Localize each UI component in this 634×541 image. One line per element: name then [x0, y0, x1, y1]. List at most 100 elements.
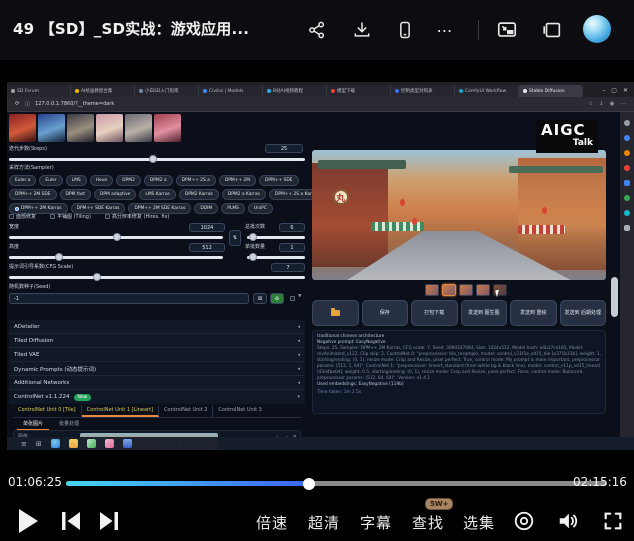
sidebar-copilot-icon[interactable] [624, 135, 630, 141]
taskbar-edge-icon[interactable] [51, 439, 60, 448]
history-thumbnail[interactable] [9, 114, 36, 142]
page-scrollbar-thumb[interactable] [611, 277, 618, 317]
video-frame[interactable]: SD Forum AI绘画教程合集 小白SD入门指南 Civitai | Mod… [7, 82, 634, 450]
sampler-option[interactable]: DPM++ SDE Karras [71, 203, 126, 214]
result-thumbnail[interactable] [459, 284, 473, 296]
accordion-adetailer[interactable]: ADetailer◂ [9, 320, 305, 334]
download-icon[interactable] [350, 18, 374, 42]
hires-fix-checkbox[interactable]: 高分辨率修复 (Hires. fix) [105, 214, 170, 221]
sampler-option[interactable]: Euler [39, 175, 62, 186]
steps-slider[interactable] [9, 158, 305, 161]
sampler-option[interactable]: DPM fast [60, 189, 91, 200]
extra-seed-checkbox[interactable] [290, 296, 295, 301]
sidebar-tools-icon[interactable] [624, 180, 630, 186]
sidebar-outlook-icon[interactable] [624, 195, 630, 201]
history-thumbnail[interactable] [154, 114, 181, 142]
open-folder-button[interactable] [312, 300, 359, 326]
width-slider[interactable] [9, 236, 223, 239]
sampler-option-selected[interactable]: DPM++ 2M Karras [9, 203, 68, 214]
swap-dimensions-button[interactable]: ⇅ [229, 230, 241, 246]
result-thumbnail-selected[interactable] [442, 284, 456, 296]
result-thumbnail[interactable] [476, 284, 490, 296]
seed-input[interactable]: -1 [9, 293, 249, 304]
width-value[interactable]: 1024 [189, 223, 225, 232]
batch-size-value[interactable]: 1 [279, 243, 305, 252]
save-button[interactable]: 保存 [362, 300, 409, 326]
progress-thumb[interactable] [303, 478, 315, 490]
controlnet-unit-1-tab[interactable]: ControlNet Unit 1 [Lineart] [82, 405, 159, 417]
favorite-star-icon[interactable]: ☆ [588, 101, 593, 107]
browser-tab[interactable]: 控制类型对照表 [391, 85, 455, 97]
volume-icon[interactable] [557, 510, 579, 532]
send-to-img2img-button[interactable]: 发送到 图生图 [461, 300, 508, 326]
sampler-option[interactable]: DPM2 [116, 175, 141, 186]
slider-thumb[interactable] [249, 253, 257, 261]
send-to-inpaint-button[interactable]: 发送到 重绘 [510, 300, 557, 326]
sampler-option[interactable]: DPM++ SDE [259, 175, 299, 186]
slider-thumb[interactable] [249, 233, 257, 241]
maximize-icon[interactable]: ▢ [611, 87, 617, 94]
more-options-icon[interactable]: ⋯ [433, 18, 457, 42]
batch-size-slider[interactable] [247, 256, 305, 259]
history-thumbnail[interactable] [38, 114, 65, 142]
profile-icon[interactable]: ◉ [610, 101, 615, 107]
quality-button[interactable]: 超清 [308, 512, 340, 533]
slider-thumb[interactable] [149, 155, 157, 163]
mini-window-icon[interactable] [540, 18, 564, 42]
site-info-icon[interactable]: ⓘ [25, 100, 31, 108]
browser-tab[interactable]: 模型下载 [327, 85, 391, 97]
browser-tab[interactable]: SD Forum [7, 85, 71, 97]
browser-tab[interactable]: B站AI视频教程 [263, 85, 327, 97]
sampler-option[interactable]: PLMS [221, 203, 245, 214]
chevron-down-icon[interactable]: ▼ [298, 294, 301, 299]
next-episode-button[interactable] [98, 511, 120, 531]
history-thumbnail[interactable] [67, 114, 94, 142]
history-thumbnail[interactable] [125, 114, 152, 142]
sampler-option[interactable]: UniPC [248, 203, 273, 214]
slider-thumb[interactable] [55, 253, 63, 261]
playback-speed-button[interactable]: 倍速 [256, 512, 288, 533]
sidebar-games-icon[interactable] [624, 165, 630, 171]
reload-icon[interactable]: ⟳ [15, 101, 20, 107]
browser-tab[interactable]: Civitai | Models [199, 85, 263, 97]
send-to-extras-button[interactable]: 发送到 后期处理 [560, 300, 607, 326]
sidebar-drop-icon[interactable] [624, 210, 630, 216]
browser-menu-icon[interactable]: ⋯ [621, 101, 627, 107]
zip-download-button[interactable]: 打包下载 [411, 300, 458, 326]
progress-bar[interactable] [66, 481, 607, 486]
picture-in-picture-icon[interactable] [495, 18, 519, 42]
result-thumbnail[interactable] [425, 284, 439, 296]
downloads-icon[interactable]: ↓ [599, 101, 604, 107]
sampler-option[interactable]: LMS [66, 175, 87, 186]
taskbar-app-green-icon[interactable] [87, 439, 96, 448]
sampler-option[interactable]: DPM++ 2M [219, 175, 256, 186]
start-icon[interactable]: ⊞ [36, 439, 42, 449]
accordion-tiled-diffusion[interactable]: Tiled Diffusion◂ [9, 334, 305, 348]
sampler-option[interactable]: DPM++ 2S a [176, 175, 216, 186]
cfg-scale-value[interactable]: 7 [271, 263, 305, 272]
previous-episode-button[interactable] [60, 511, 82, 531]
history-thumbnail[interactable] [96, 114, 123, 142]
height-slider[interactable] [9, 256, 223, 259]
browser-tab[interactable]: 小白SD入门指南 [135, 85, 199, 97]
accordion-dynamic-prompts[interactable]: Dynamic Prompts (动态提示词)◂ [9, 362, 305, 376]
accordion-additional-networks[interactable]: Additional Networks◂ [9, 376, 305, 390]
restore-faces-checkbox[interactable]: 面部修复 [9, 214, 36, 221]
sampler-option[interactable]: Euler a [9, 175, 36, 186]
taskbar-explorer-icon[interactable] [69, 439, 78, 448]
screen-record-icon[interactable] [513, 510, 535, 532]
sidebar-shopping-icon[interactable] [624, 150, 630, 156]
accordion-controlnet[interactable]: ControlNet v1.1.224New ▾ [9, 390, 305, 404]
play-button[interactable] [17, 508, 39, 534]
sampler-option[interactable]: DPM++ 2M SDE [9, 189, 57, 200]
sampler-option[interactable]: DPM++ 2M SDE Karras [128, 203, 191, 214]
sampler-option[interactable]: DPM2 Karras [179, 189, 219, 200]
slider-thumb[interactable] [93, 273, 101, 281]
fullscreen-icon[interactable] [602, 510, 624, 532]
batch-count-value[interactable]: 6 [279, 223, 305, 232]
controlnet-unit-3-tab[interactable]: ControlNet Unit 3 [213, 405, 266, 417]
close-icon[interactable]: ✕ [623, 87, 628, 94]
tiling-checkbox[interactable]: 平铺图 (Tiling) [50, 214, 91, 221]
random-seed-dice-button[interactable]: ⚄ [253, 293, 267, 304]
sampler-option[interactable]: LMS Karras [139, 189, 175, 200]
